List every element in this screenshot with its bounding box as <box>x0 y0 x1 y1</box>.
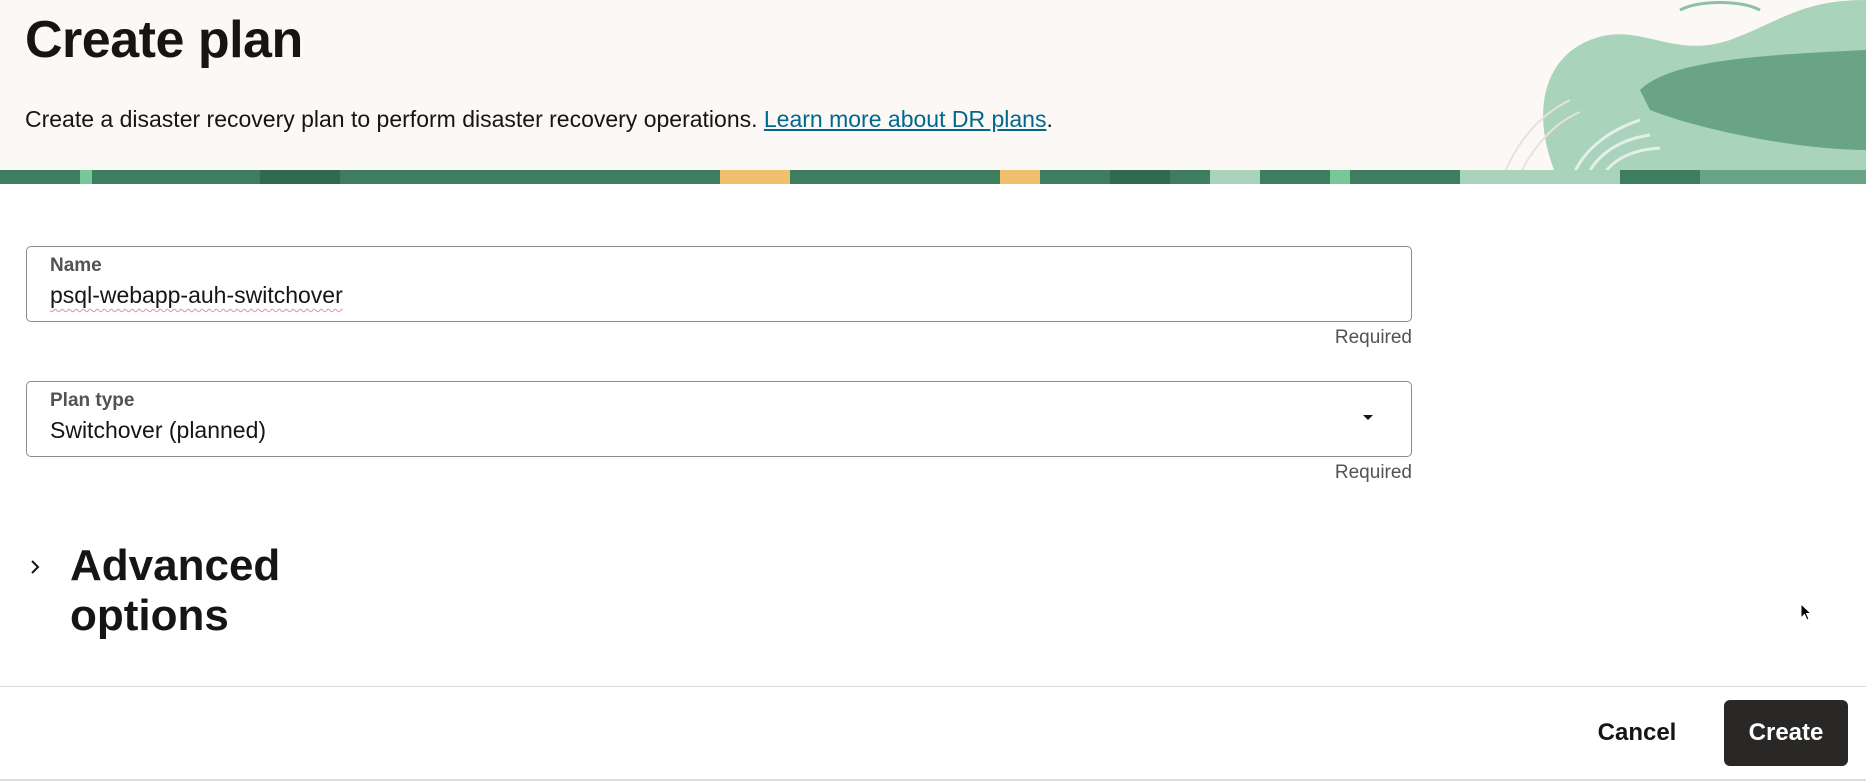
page-header: Create plan Create a disaster recovery p… <box>0 0 1866 184</box>
advanced-options-toggle[interactable]: Advanced options <box>25 535 445 640</box>
description-period: . <box>1046 106 1053 132</box>
advanced-options-heading[interactable]: Advanced options <box>70 541 445 641</box>
create-button[interactable]: Create <box>1724 700 1848 766</box>
plan-type-label: Plan type <box>50 390 135 411</box>
plan-type-required-hint: Required <box>1334 462 1412 483</box>
name-input[interactable]: psql-webapp-auh-switchover <box>50 282 343 309</box>
learn-more-link[interactable]: Learn more about DR plans <box>764 106 1047 132</box>
header-decoration-illustration <box>1499 0 1866 184</box>
plan-type-select[interactable]: Plan type Switchover (planned) <box>26 381 1412 457</box>
description-text: Create a disaster recovery plan to perfo… <box>25 106 764 132</box>
name-required-hint: Required <box>1334 327 1412 348</box>
name-field-label: Name <box>50 255 102 276</box>
chevron-down-icon[interactable] <box>1363 415 1373 420</box>
page-title: Create plan <box>25 11 303 69</box>
cancel-button[interactable]: Cancel <box>1580 701 1694 765</box>
chevron-right-icon[interactable] <box>25 557 45 577</box>
header-decoration-band <box>0 170 1866 184</box>
name-field[interactable]: Name psql-webapp-auh-switchover <box>26 246 1412 322</box>
page-description: Create a disaster recovery plan to perfo… <box>25 106 1053 133</box>
plan-type-value[interactable]: Switchover (planned) <box>50 417 266 444</box>
pointer-cursor-icon <box>1800 603 1813 621</box>
form-footer: Cancel Create <box>0 686 1866 781</box>
